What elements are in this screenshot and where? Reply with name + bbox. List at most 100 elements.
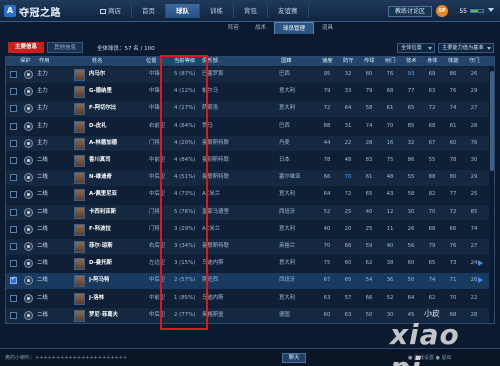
subtab-2[interactable]: 球员管理 bbox=[274, 22, 315, 34]
row-checkbox[interactable] bbox=[10, 294, 17, 302]
protect-icon[interactable] bbox=[24, 104, 33, 114]
row-checkbox[interactable] bbox=[10, 311, 17, 319]
nav-item-5[interactable]: 友谊赛 bbox=[268, 4, 309, 18]
player-name[interactable]: 内马尔 bbox=[89, 67, 105, 83]
forum-button[interactable]: 教练讨论区 bbox=[388, 6, 432, 17]
protect-icon[interactable] bbox=[24, 138, 33, 148]
protect-icon[interactable] bbox=[24, 87, 33, 97]
subtab-0[interactable]: 阵容 bbox=[220, 22, 247, 34]
row-checkbox[interactable] bbox=[10, 174, 17, 182]
row-checkbox[interactable] bbox=[10, 243, 17, 250]
scroll-thumb[interactable] bbox=[490, 71, 494, 171]
play-arrow-icon[interactable] bbox=[478, 277, 483, 284]
player-name[interactable]: A-佩里尼亚 bbox=[89, 187, 117, 203]
table-row[interactable]: 主力 G-德纳里 中锋 4 (12%) 帕尔马 意大利 79 33 79 68 77 63 76 29 bbox=[6, 84, 489, 100]
row-checkbox[interactable] bbox=[10, 225, 17, 233]
protect-icon[interactable] bbox=[24, 190, 33, 200]
protect-icon[interactable] bbox=[24, 70, 33, 79]
table-row[interactable]: 二线 卡西利亚斯 门将 5 (76%) 皇家马德里 西班牙 52 25 40 12 30 70 72 85 bbox=[6, 204, 489, 221]
ability-dropdown[interactable]: 主要能力值为基准 bbox=[438, 43, 494, 53]
player-name[interactable]: J-洛林 bbox=[89, 291, 104, 307]
table-row[interactable]: 二线 N-维迪奇 中后卫 4 (51%) 曼联斯特联 塞尔维亚 66 70 61 48 55 88 80… bbox=[6, 170, 489, 186]
table-row[interactable]: 主力 内马尔 中锋 5 (87%) 巴塞罗那 巴西 95 32 80 76 93 69 86 26 bbox=[6, 67, 489, 83]
table-row[interactable]: 主力 A-林德加德 门将 4 (20%) 曼联斯特联 丹麦 44 22 28 16 32 67 60 76 bbox=[6, 135, 489, 152]
player-name[interactable]: J-阿马特 bbox=[89, 273, 109, 289]
column-header[interactable]: 当前等级 bbox=[174, 57, 195, 66]
table-row[interactable]: 二线 D-曼托斯 左边卫 3 (15%) 乌迪内斯 意大利 75 60 62 38 60 65 73 24 bbox=[6, 256, 489, 272]
protect-icon[interactable] bbox=[24, 259, 33, 269]
protect-icon[interactable] bbox=[24, 276, 33, 286]
tab-other-info[interactable]: 其他信息 bbox=[47, 42, 83, 53]
column-header[interactable]: 射门 bbox=[385, 57, 396, 66]
column-header[interactable]: 作用 bbox=[39, 57, 50, 66]
row-checkbox[interactable] bbox=[10, 275, 17, 285]
table-row[interactable]: 二线 香川真司 中前卫 4 (84%) 曼彻斯特联 日本 78 48 83 75 86 55 78 30 bbox=[6, 153, 489, 169]
player-name[interactable]: G-德纳里 bbox=[89, 84, 112, 100]
table-row[interactable]: 二线 J-洛林 中前卫 1 (85%) 乌迪内斯 意大利 63 57 66 52 64 62 70 22 bbox=[6, 290, 489, 307]
caret-down-icon[interactable] bbox=[488, 8, 494, 12]
player-name[interactable]: 香川真司 bbox=[89, 153, 111, 169]
player-name[interactable]: A-林德加德 bbox=[89, 136, 117, 152]
play-arrow-icon[interactable] bbox=[478, 260, 483, 267]
nav-item-1[interactable]: 首页 bbox=[132, 4, 166, 18]
row-checkbox[interactable] bbox=[10, 157, 17, 164]
protect-icon[interactable] bbox=[24, 207, 33, 217]
column-header[interactable]: 速度 bbox=[322, 57, 333, 66]
subtab-1[interactable]: 战术 bbox=[247, 22, 274, 34]
table-row[interactable]: 二线J-阿马特中后卫2 (57%)斯旺西西班牙6765543650747126 bbox=[6, 273, 489, 289]
player-role: 主力 bbox=[37, 88, 48, 95]
column-header[interactable]: 体能 bbox=[448, 57, 459, 66]
player-name[interactable]: F-阿切尔比 bbox=[89, 101, 116, 117]
table-row[interactable]: 二线 罗尼·菲葛夫 中后卫 2 (77%) 奥格斯堡 德国 60 63 50 30 45 71 68 28 bbox=[6, 307, 489, 324]
protect-icon[interactable] bbox=[24, 173, 33, 183]
column-header[interactable]: 姓名 bbox=[92, 57, 103, 66]
protect-icon[interactable] bbox=[24, 293, 33, 303]
protect-icon[interactable] bbox=[24, 156, 33, 165]
table-row[interactable]: 二线 F-科波拉 门将 3 (29%) AC米兰 意大利 40 20 25 11 26 68 66 74 bbox=[6, 221, 489, 238]
table-row[interactable]: 主力 D-皮礼 右前卫 4 (84%) 罗马 巴西 88 31 74 70 85 68 81 28 bbox=[6, 118, 489, 135]
player-name[interactable]: 卡西利亚斯 bbox=[89, 205, 116, 221]
column-header[interactable]: 技术 bbox=[406, 57, 417, 66]
player-name[interactable]: F-科波拉 bbox=[89, 222, 111, 238]
table-row[interactable]: 二线 菲尔·琼斯 右后卫 3 (34%) 曼联斯特联 英格兰 70 66 59 40 56 79 76 2… bbox=[6, 239, 489, 255]
chat-input[interactable]: 奥的小喇叭：++++++++++++++++++++++ bbox=[5, 353, 275, 363]
column-header[interactable]: 传球 bbox=[364, 57, 375, 66]
column-header[interactable]: 防守 bbox=[343, 57, 354, 66]
column-header[interactable]: 守门 bbox=[469, 57, 480, 66]
row-checkbox[interactable] bbox=[10, 139, 17, 147]
column-header[interactable]: 国籍 bbox=[281, 57, 292, 66]
tab-main-info[interactable]: 主要信息 bbox=[8, 42, 44, 53]
player-name[interactable]: N-维迪奇 bbox=[89, 170, 112, 186]
row-checkbox[interactable] bbox=[10, 88, 17, 96]
column-header[interactable]: 身体 bbox=[427, 57, 438, 66]
player-name[interactable]: 罗尼·菲葛夫 bbox=[89, 308, 118, 324]
protect-icon[interactable] bbox=[24, 224, 33, 234]
table-row[interactable]: 主力 F-阿切尔比 中锋 4 (17%) 萨索洛 意大利 72 64 58 61 65 72 74 27 bbox=[6, 101, 489, 117]
nav-item-3[interactable]: 训练 bbox=[200, 4, 234, 18]
nav-item-2[interactable]: 球队 bbox=[166, 4, 200, 18]
player-name[interactable]: 菲尔·琼斯 bbox=[89, 239, 113, 255]
position-dropdown[interactable]: 全体位置 bbox=[397, 43, 435, 53]
row-checkbox[interactable] bbox=[10, 260, 17, 268]
protect-icon[interactable] bbox=[24, 310, 33, 320]
player-name[interactable]: D-曼托斯 bbox=[89, 256, 112, 272]
nav-item-0[interactable]: 商店 bbox=[90, 4, 132, 18]
player-name[interactable]: D-皮礼 bbox=[89, 119, 107, 135]
subtab-3[interactable]: 道具 bbox=[314, 22, 341, 34]
protect-icon[interactable] bbox=[24, 242, 33, 251]
row-checkbox[interactable] bbox=[10, 208, 17, 216]
column-header[interactable]: 位置 bbox=[146, 57, 157, 66]
scrollbar[interactable] bbox=[490, 67, 494, 323]
column-header[interactable]: 俱乐部 bbox=[202, 57, 218, 66]
row-checkbox[interactable] bbox=[10, 71, 17, 78]
row-checkbox[interactable] bbox=[10, 122, 17, 130]
protect-icon[interactable] bbox=[24, 121, 33, 131]
chat-send-button[interactable]: 聊天 bbox=[282, 353, 306, 363]
column-header[interactable]: 保护 bbox=[20, 57, 31, 66]
nav-item-4[interactable]: 背包 bbox=[234, 4, 268, 18]
footer-links[interactable]: ● 游戏设置 ● 退出 bbox=[408, 354, 452, 361]
table-row[interactable]: 二线 A-佩里尼亚 中后卫 4 (73%) AC米兰 意大利 64 72 65 43 58 82 77 2… bbox=[6, 187, 489, 203]
row-checkbox[interactable] bbox=[10, 105, 17, 113]
app-logo[interactable]: A 夺冠之路 bbox=[4, 3, 61, 19]
row-checkbox[interactable] bbox=[10, 191, 17, 199]
